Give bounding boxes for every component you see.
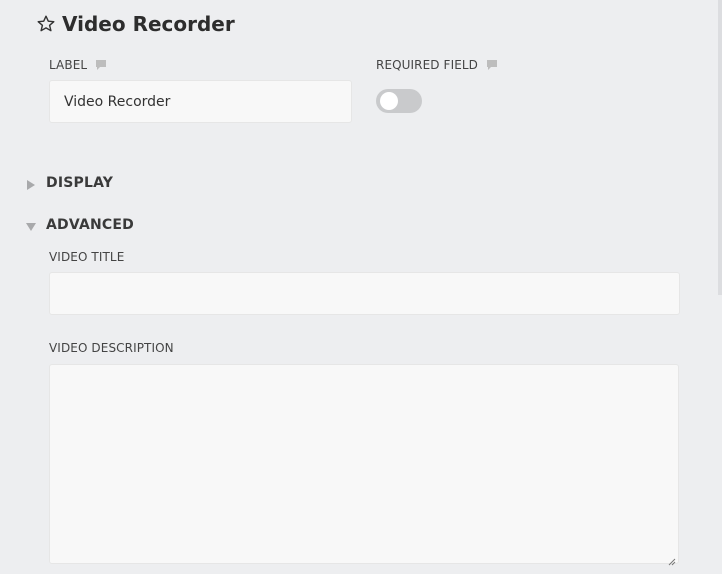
caret-down-icon: [26, 220, 36, 231]
caret-right-icon: [26, 178, 36, 190]
label-input[interactable]: Video Recorder: [49, 80, 352, 123]
video-description-textarea[interactable]: [49, 364, 679, 566]
resize-handle-icon[interactable]: [666, 551, 676, 566]
section-advanced-label: ADVANCED: [46, 217, 134, 233]
comment-icon[interactable]: [486, 59, 498, 71]
label-field-label-text: LABEL: [49, 58, 88, 72]
toggle-knob: [380, 92, 398, 110]
video-description-label-text: VIDEO DESCRIPTION: [49, 341, 174, 355]
scrollbar[interactable]: [718, 0, 722, 295]
video-description-label: VIDEO DESCRIPTION: [49, 341, 174, 355]
required-field-toggle[interactable]: [376, 89, 422, 113]
comment-icon[interactable]: [95, 59, 107, 71]
section-display-label: DISPLAY: [46, 175, 114, 191]
section-display-header[interactable]: DISPLAY: [26, 175, 113, 191]
page-title: Video Recorder: [62, 12, 235, 36]
video-title-label-text: VIDEO TITLE: [49, 250, 125, 264]
video-title-input[interactable]: [49, 272, 680, 315]
panel-header: Video Recorder: [36, 12, 235, 36]
star-icon[interactable]: [36, 14, 56, 34]
video-title-label: VIDEO TITLE: [49, 250, 124, 264]
required-field-label-text: REQUIRED FIELD: [376, 58, 479, 72]
field-settings-panel: Video Recorder LABEL Video Recorder REQU…: [0, 0, 722, 574]
label-field-label: LABEL: [49, 58, 107, 72]
required-field-label: REQUIRED FIELD: [376, 58, 498, 72]
section-advanced-header[interactable]: ADVANCED: [26, 217, 134, 233]
